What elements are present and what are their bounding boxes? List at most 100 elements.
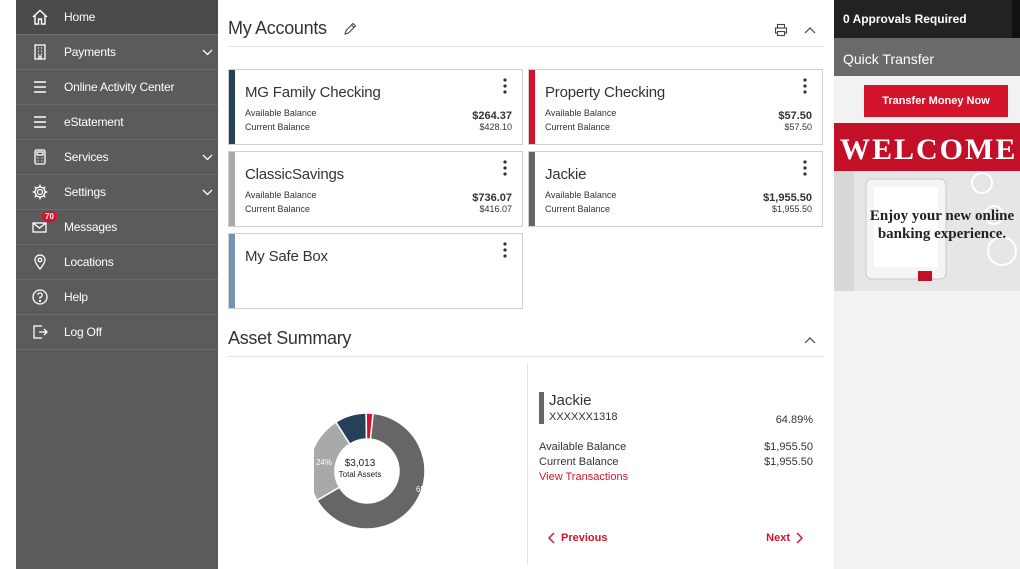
- asset-available-value: $1,955.50: [764, 441, 813, 453]
- welcome-title: WELCOME: [840, 133, 1018, 166]
- sidebar-item-label: Log Off: [64, 325, 102, 339]
- current-balance-label: Current Balance: [545, 204, 611, 214]
- sidebar-item-home[interactable]: Home: [16, 0, 218, 35]
- next-button[interactable]: Next: [766, 532, 803, 544]
- account-name: Property Checking: [545, 84, 665, 101]
- available-balance-row: Available Balance $1,955.50: [545, 190, 812, 204]
- asset-detail-name: Jackie: [549, 392, 592, 409]
- sidebar-item-online-activity-center[interactable]: Online Activity Center: [16, 70, 218, 105]
- sidebar-nav: Home Payments Online Activity Center eSt…: [16, 0, 218, 569]
- asset-summary-title: Asset Summary: [228, 328, 352, 348]
- current-balance-label: Current Balance: [245, 122, 311, 132]
- asset-donut-chart: $3,013 Total Assets 24% 65%: [314, 412, 432, 530]
- more-vertical-icon[interactable]: [802, 77, 808, 95]
- current-balance-row: Current Balance $57.50: [545, 122, 812, 132]
- sidebar-item-locations[interactable]: Locations: [16, 245, 218, 280]
- printer-icon[interactable]: [774, 23, 788, 37]
- more-vertical-icon[interactable]: [502, 77, 508, 95]
- sidebar-item-services[interactable]: Services: [16, 140, 218, 175]
- available-balance-label: Available Balance: [545, 108, 617, 118]
- asset-detail-panel: Jackie XXXXXX1318 64.89% Available Balan…: [527, 364, 823, 564]
- available-balance-value: $264.37: [472, 110, 512, 122]
- view-transactions-link[interactable]: View Transactions: [539, 471, 628, 483]
- asset-summary-header: Asset Summary: [228, 310, 824, 357]
- sidebar-item-label: Online Activity Center: [64, 80, 175, 94]
- asset-current-label: Current Balance: [539, 456, 619, 468]
- sidebar-item-payments[interactable]: Payments: [16, 35, 218, 70]
- asset-current-value: $1,955.50: [764, 456, 813, 468]
- current-balance-label: Current Balance: [545, 122, 611, 132]
- asset-color-bar: [539, 392, 544, 424]
- logout-icon: [16, 323, 64, 341]
- donut-total-label: Total Assets: [339, 470, 382, 479]
- next-label: Next: [766, 532, 790, 544]
- calculator-icon: [16, 148, 64, 166]
- available-balance-label: Available Balance: [245, 190, 317, 200]
- account-card-jackie[interactable]: Jackie Available Balance $1,955.50 Curre…: [528, 151, 823, 227]
- more-vertical-icon[interactable]: [502, 159, 508, 177]
- previous-label: Previous: [561, 532, 608, 544]
- help-icon: [16, 288, 64, 306]
- approvals-bar[interactable]: 0 Approvals Required: [834, 0, 1020, 38]
- available-balance-value: $57.50: [778, 110, 812, 122]
- chevron-down-icon: [196, 49, 218, 56]
- current-balance-label: Current Balance: [245, 204, 311, 214]
- previous-button[interactable]: Previous: [548, 532, 607, 544]
- sidebar-item-label: Help: [64, 290, 88, 304]
- available-balance-value: $736.07: [472, 192, 512, 204]
- account-name: ClassicSavings: [245, 166, 344, 183]
- sidebar-item-estatement[interactable]: eStatement: [16, 105, 218, 140]
- menu-lines-icon: [16, 78, 64, 96]
- account-card-mg-family-checking[interactable]: MG Family Checking Available Balance $26…: [228, 69, 523, 145]
- account-color-bar: [229, 70, 235, 144]
- more-vertical-icon[interactable]: [502, 241, 508, 259]
- current-balance-row: Current Balance $428.10: [245, 122, 512, 132]
- chevron-up-icon[interactable]: [804, 26, 816, 34]
- sidebar-item-label: Home: [64, 10, 96, 24]
- quick-transfer-header: Quick Transfer: [834, 38, 1020, 76]
- account-color-bar: [529, 152, 535, 226]
- current-balance-value: $1,955.50: [771, 204, 812, 214]
- quick-transfer-title: Quick Transfer: [843, 51, 935, 67]
- account-name: MG Family Checking: [245, 84, 381, 101]
- chevron-down-icon: [196, 189, 218, 196]
- home-icon: [16, 8, 64, 26]
- gear-icon: [16, 183, 64, 201]
- sidebar-item-messages[interactable]: 70 Messages: [16, 210, 218, 245]
- panel-scroll-tab[interactable]: [1012, 0, 1020, 38]
- account-card-classicsavings[interactable]: ClassicSavings Available Balance $736.07…: [228, 151, 523, 227]
- welcome-tagline: Enjoy your new online banking experience…: [842, 207, 1020, 243]
- transfer-money-now-button[interactable]: Transfer Money Now: [864, 85, 1008, 117]
- envelope-icon: [16, 218, 64, 236]
- chevron-down-icon: [196, 154, 218, 161]
- account-color-bar: [529, 70, 535, 144]
- account-name: Jackie: [545, 166, 587, 183]
- account-card-my-safe-box[interactable]: My Safe Box: [228, 233, 523, 309]
- messages-count-badge: 70: [42, 211, 57, 222]
- asset-current-row: Current Balance $1,955.50: [539, 456, 813, 468]
- sidebar-item-help[interactable]: Help: [16, 280, 218, 315]
- more-vertical-icon[interactable]: [802, 159, 808, 177]
- current-balance-value: $57.50: [784, 122, 812, 132]
- map-pin-icon: [16, 253, 64, 271]
- welcome-banner[interactable]: WELCOME Enjoy your new online banking ex…: [834, 123, 1020, 291]
- account-card-property-checking[interactable]: Property Checking Available Balance $57.…: [528, 69, 823, 145]
- current-balance-row: Current Balance $1,955.50: [545, 204, 812, 214]
- asset-available-row: Available Balance $1,955.50: [539, 441, 813, 453]
- sidebar-item-label: Payments: [64, 45, 116, 59]
- asset-detail-account-number: XXXXXX1318: [549, 411, 618, 423]
- pencil-icon[interactable]: [343, 22, 357, 36]
- available-balance-label: Available Balance: [545, 190, 617, 200]
- sidebar-item-settings[interactable]: Settings: [16, 175, 218, 210]
- building-icon: [16, 43, 64, 61]
- donut-label-classicsavings: 24%: [316, 458, 332, 467]
- current-balance-row: Current Balance $416.07: [245, 204, 512, 214]
- sidebar-item-label: Services: [64, 150, 109, 164]
- welcome-tagline-line-2: banking experience.: [877, 226, 1007, 242]
- available-balance-label: Available Balance: [245, 108, 317, 118]
- available-balance-row: Available Balance $736.07: [245, 190, 512, 204]
- account-color-bar: [229, 152, 235, 226]
- chevron-up-icon[interactable]: [804, 336, 816, 344]
- sidebar-item-log-off[interactable]: Log Off: [16, 315, 218, 350]
- page-title: My Accounts: [228, 18, 327, 38]
